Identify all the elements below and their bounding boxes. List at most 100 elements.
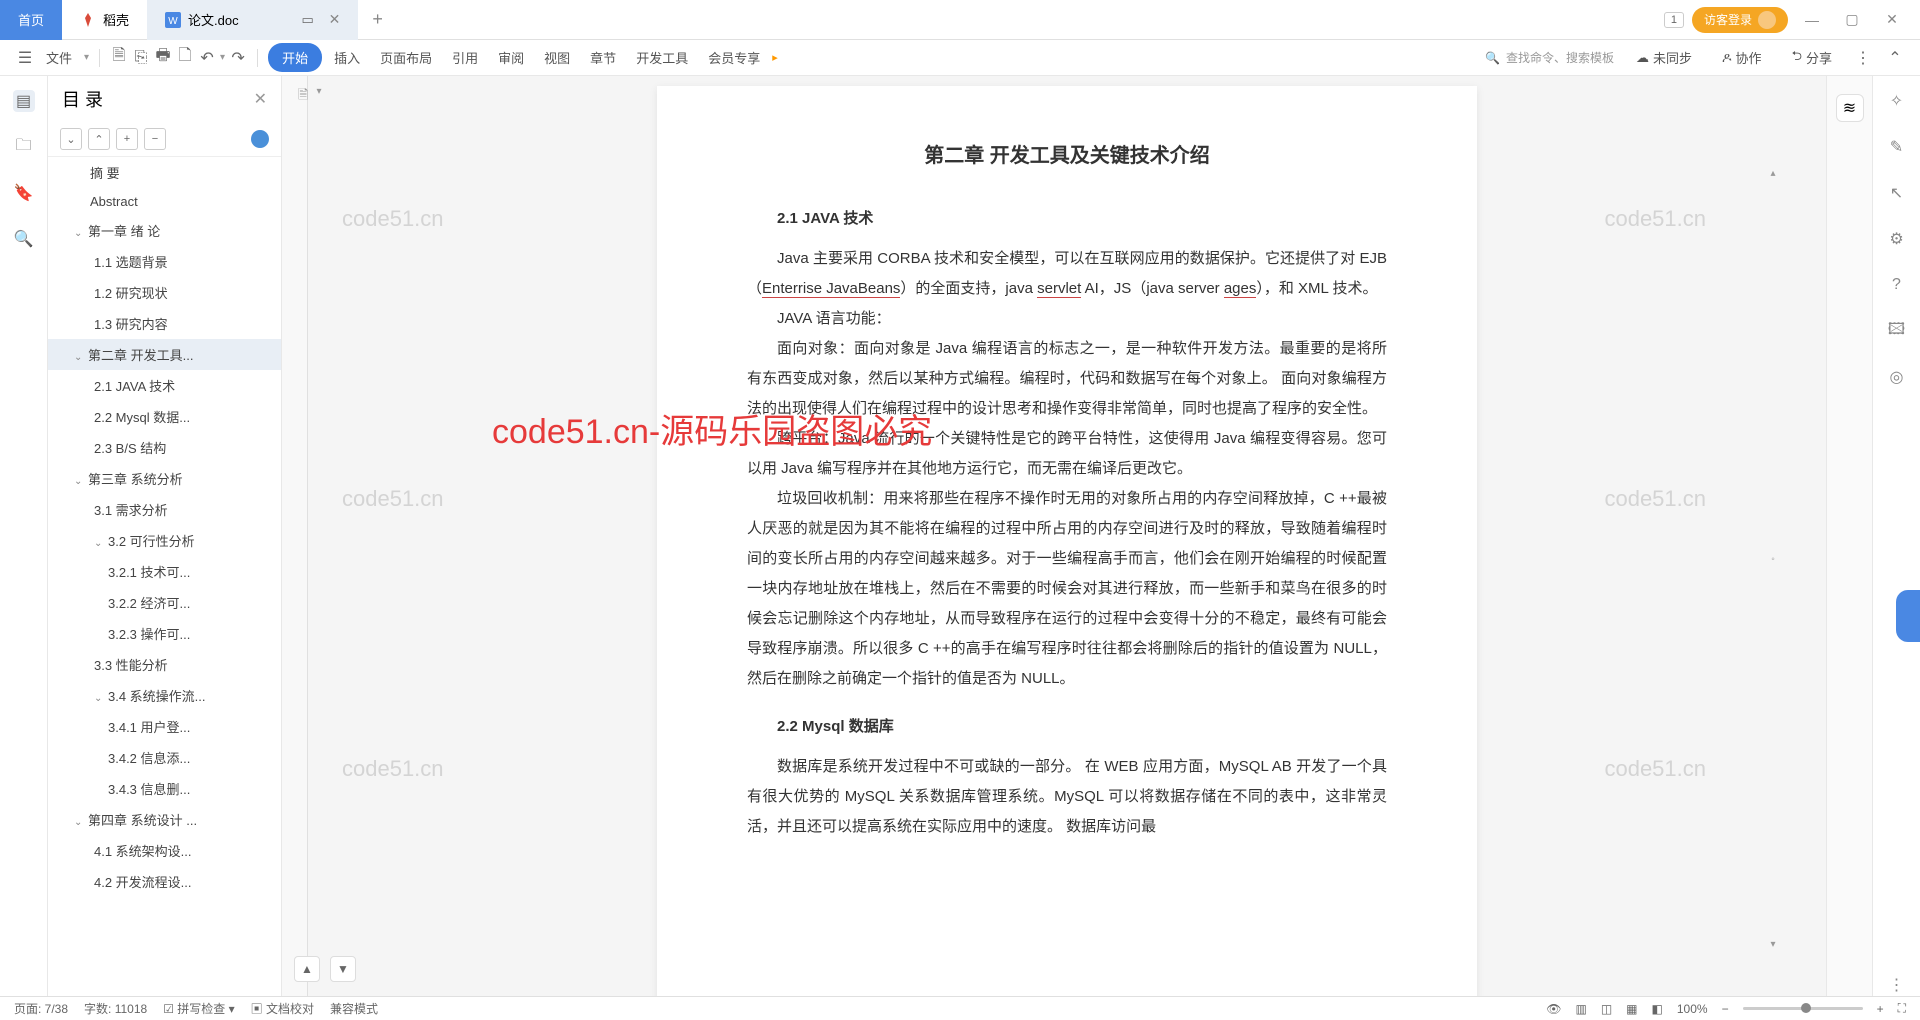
proofread-button[interactable]: ▣ 文档校对 (251, 1000, 314, 1017)
target-icon[interactable]: ◎ (1886, 366, 1908, 388)
insert-tab[interactable]: 插入 (326, 44, 368, 71)
read-view-icon[interactable]: ◫ (1601, 1002, 1612, 1016)
menu-icon[interactable]: ☰ (16, 49, 34, 67)
outline-item[interactable]: 2.2 Mysql 数据... (48, 401, 281, 432)
eye-icon[interactable]: 👁 (1546, 1002, 1561, 1016)
scroll-down-icon[interactable]: ▾ (1770, 939, 1775, 950)
settings-icon[interactable]: ⚙ (1886, 228, 1908, 250)
more-icon[interactable]: ⋮ (1854, 49, 1872, 67)
export-icon[interactable]: ⎘ (132, 49, 150, 67)
remove-icon[interactable]: − (144, 128, 166, 150)
outline-view-icon[interactable]: ◧ (1652, 1002, 1663, 1016)
outline-item[interactable]: 1.2 研究现状 (48, 277, 281, 308)
clipboard-icon[interactable]: 🗀 (13, 136, 35, 158)
outline-item[interactable]: 3.2.2 经济可... (48, 587, 281, 618)
outline-item[interactable]: 3.1 需求分析 (48, 494, 281, 525)
outline-panel-icon[interactable]: ▤ (13, 90, 35, 112)
outline-item[interactable]: Abstract (48, 188, 281, 215)
outline-close-icon[interactable]: ✕ (254, 89, 267, 109)
outline-item[interactable]: ⌄第二章 开发工具... (48, 339, 281, 370)
outline-item[interactable]: 4.2 开发流程设... (48, 866, 281, 897)
add-icon[interactable]: + (116, 128, 138, 150)
outline-item[interactable]: 1.1 选题背景 (48, 246, 281, 277)
tab-window-icon[interactable]: ▭ (299, 11, 317, 29)
sync-button[interactable]: ☁ 未同步 (1628, 44, 1700, 71)
ref-tab[interactable]: 引用 (444, 44, 486, 71)
spellcheck-toggle[interactable]: ☑ 拼写检查 ▾ (163, 1000, 234, 1017)
outline-item[interactable]: ⌄第三章 系统分析 (48, 463, 281, 494)
zoom-in-icon[interactable]: + (1877, 1002, 1884, 1016)
outline-item[interactable]: 摘 要 (48, 157, 281, 188)
outline-item[interactable]: 1.3 研究内容 (48, 308, 281, 339)
outline-item[interactable]: 3.2.3 操作可... (48, 618, 281, 649)
login-button[interactable]: 访客登录 (1692, 7, 1788, 33)
close-icon[interactable]: ✕ (1876, 4, 1908, 36)
outline-item[interactable]: ⌄第四章 系统设计 ... (48, 804, 281, 835)
collapse-ribbon-icon[interactable]: ⌃ (1886, 49, 1904, 67)
layout-tab[interactable]: 页面布局 (372, 44, 440, 71)
find-icon[interactable]: 🔍 (13, 228, 35, 250)
redo-icon[interactable]: ↷ (229, 49, 247, 67)
outline-item[interactable]: 2.3 B/S 结构 (48, 432, 281, 463)
fullscreen-icon[interactable]: ⛶ (1898, 1001, 1906, 1016)
scroll-up-icon[interactable]: ▴ (1770, 168, 1775, 179)
view-tab[interactable]: 视图 (536, 44, 578, 71)
outline-settings-icon[interactable] (251, 130, 269, 148)
search-input[interactable]: 🔍查找命令、搜索模板 (1485, 49, 1614, 66)
page-up-icon[interactable]: ▲ (294, 956, 320, 982)
coop-button[interactable]: ዶ 协作 (1714, 44, 1770, 71)
share-button[interactable]: ⮌ 分享 (1784, 43, 1840, 73)
maximize-icon[interactable]: ▢ (1836, 4, 1868, 36)
start-tab[interactable]: 开始 (268, 43, 322, 72)
help-icon[interactable]: ? (1886, 274, 1908, 296)
outline-item[interactable]: ⌄3.4 系统操作流... (48, 680, 281, 711)
tools-icon[interactable]: ⋮ (1886, 974, 1908, 996)
zoom-out-icon[interactable]: − (1722, 1002, 1729, 1016)
pen-icon[interactable]: ✎ (1886, 136, 1908, 158)
tab-daoke[interactable]: 稻壳 (62, 0, 147, 40)
dev-tab[interactable]: 开发工具 (628, 44, 696, 71)
outline-item[interactable]: 3.4.2 信息添... (48, 742, 281, 773)
preview-icon[interactable]: 🗋 (176, 49, 194, 67)
tab-new[interactable]: + (358, 9, 397, 30)
collapse-all-icon[interactable]: ⌄ (60, 128, 82, 150)
vip-more-icon[interactable]: ▸ (772, 51, 778, 64)
expand-all-icon[interactable]: ⌃ (88, 128, 110, 150)
chapter-tab[interactable]: 章节 (582, 44, 624, 71)
tab-close-icon[interactable]: ✕ (329, 11, 341, 28)
select-icon[interactable]: ↖ (1886, 182, 1908, 204)
word-count[interactable]: 字数: 11018 (84, 1000, 147, 1017)
cloud-icon: ☁ (1636, 50, 1649, 66)
style-icon[interactable]: ✧ (1886, 90, 1908, 112)
outline-item[interactable]: ⌄第一章 绪 论 (48, 215, 281, 246)
window-count-badge[interactable]: 1 (1664, 12, 1684, 28)
tab-document[interactable]: W论文.doc▭✕ (147, 0, 358, 40)
compat-mode[interactable]: 兼容模式 (330, 1000, 378, 1017)
outline-item[interactable]: 3.4.3 信息删... (48, 773, 281, 804)
outline-item[interactable]: 3.3 性能分析 (48, 649, 281, 680)
vip-tab[interactable]: 会员专享 (700, 44, 768, 71)
outline-item[interactable]: 2.1 JAVA 技术 (48, 370, 281, 401)
minimize-icon[interactable]: — (1796, 4, 1828, 36)
outline-item[interactable]: 3.2.1 技术可... (48, 556, 281, 587)
outline-item[interactable]: 4.1 系统架构设... (48, 835, 281, 866)
undo-icon[interactable]: ↶ (198, 49, 216, 67)
scroll-marker-icon[interactable]: ◦ (1771, 554, 1775, 565)
bookmark-icon[interactable]: 🔖 (13, 182, 35, 204)
print-icon[interactable]: 🖶 (154, 49, 172, 67)
image-tool-icon[interactable]: 🖾 (1886, 320, 1908, 342)
save-icon[interactable]: 🗎 (110, 49, 128, 67)
tab-home[interactable]: 首页 (0, 0, 62, 40)
zoom-slider[interactable] (1743, 1007, 1863, 1010)
outline-item[interactable]: 3.4.1 用户登... (48, 711, 281, 742)
page-indicator[interactable]: 页面: 7/38 (14, 1000, 68, 1017)
review-tab[interactable]: 审阅 (490, 44, 532, 71)
layout-view-icon[interactable]: ▥ (1575, 1002, 1586, 1016)
file-menu[interactable]: 文件 (38, 44, 80, 71)
outline-item[interactable]: ⌄3.2 可行性分析 (48, 525, 281, 556)
ai-assistant-icon[interactable]: ≋ (1836, 94, 1864, 122)
web-view-icon[interactable]: ▦ (1626, 1002, 1637, 1016)
page-down-icon[interactable]: ▼ (330, 956, 356, 982)
body-text: 跨平台：Java 流行的一个关键特性是它的跨平台特性，这使得用 Java 编程变… (747, 424, 1387, 484)
side-tab-button[interactable] (1896, 590, 1920, 642)
